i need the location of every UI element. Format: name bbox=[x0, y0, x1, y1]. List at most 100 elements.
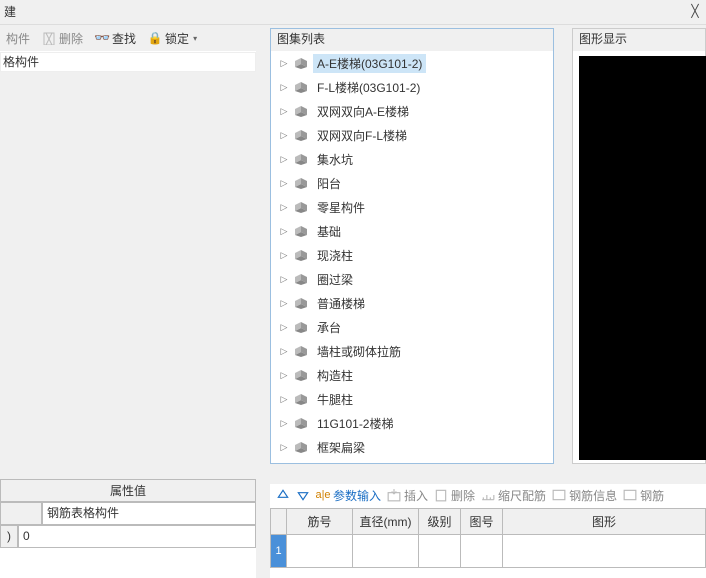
expand-icon[interactable]: ▷ bbox=[279, 178, 289, 188]
expand-icon[interactable]: ▷ bbox=[279, 250, 289, 260]
tree-item-label: F-L楼梯(03G101-2) bbox=[313, 78, 424, 97]
property-header: 属性值 bbox=[0, 479, 256, 502]
book-icon bbox=[293, 296, 309, 310]
book-icon bbox=[293, 344, 309, 358]
col-jinhao[interactable]: 筋号 bbox=[287, 509, 353, 535]
scale-label: 缩尺配筋 bbox=[498, 487, 546, 504]
scrollbar[interactable] bbox=[554, 27, 564, 463]
tree-item[interactable]: ▷ F-L楼梯(03G101-2) bbox=[275, 75, 551, 99]
col-tunum[interactable]: 图号 bbox=[461, 509, 503, 535]
book-icon bbox=[293, 224, 309, 238]
expand-icon[interactable]: ▷ bbox=[279, 442, 289, 452]
table-row[interactable]: 1 bbox=[271, 535, 706, 568]
tree-item-label: 双网双向F-L楼梯 bbox=[313, 126, 411, 145]
lock-button[interactable]: 🔒 锁定 ▾ bbox=[142, 25, 203, 51]
component-label: 构件 bbox=[6, 30, 30, 47]
prop-cell-b2[interactable]: 0 bbox=[18, 525, 256, 548]
param-input-button[interactable]: a|e 参数输入 bbox=[316, 487, 381, 504]
book-icon bbox=[293, 152, 309, 166]
book-icon bbox=[293, 248, 309, 262]
expand-icon[interactable]: ▷ bbox=[279, 346, 289, 356]
book-icon bbox=[293, 392, 309, 406]
expand-icon[interactable]: ▷ bbox=[279, 202, 289, 212]
tree-item[interactable]: ▷A-E楼梯(03G101-2) bbox=[275, 51, 551, 75]
rebar-info-button[interactable]: 钢筋信息 bbox=[552, 487, 617, 504]
tree-item[interactable]: ▷ 11G101-2楼梯 bbox=[275, 411, 551, 435]
tree-item[interactable]: ▷集水坑 bbox=[275, 147, 551, 171]
scale-button[interactable]: 缩尺配筋 bbox=[481, 487, 546, 504]
down-arrow-button[interactable] bbox=[296, 488, 310, 502]
tree-item-label: 零星构件 bbox=[313, 198, 369, 217]
component-button[interactable]: 构件 bbox=[0, 25, 36, 51]
expand-icon[interactable]: ▷ bbox=[279, 82, 289, 92]
up-arrow-button[interactable] bbox=[276, 488, 290, 502]
expand-icon[interactable]: ▷ bbox=[279, 154, 289, 164]
find-label: 查找 bbox=[112, 30, 136, 47]
expand-icon[interactable]: ▷ bbox=[279, 58, 289, 68]
steel-button[interactable]: 钢筋 bbox=[623, 487, 664, 504]
delete-button[interactable]: 删除 bbox=[36, 25, 89, 51]
close-icon[interactable]: ╳ bbox=[688, 3, 702, 19]
tree-item[interactable]: ▷构造柱 bbox=[275, 363, 551, 387]
col-diameter[interactable]: 直径(mm) bbox=[353, 509, 419, 535]
col-level[interactable]: 级别 bbox=[419, 509, 461, 535]
delete-label: 删除 bbox=[59, 30, 83, 47]
cell-diameter[interactable] bbox=[353, 535, 419, 568]
prop-cell-b[interactable]: 钢筋表格构件 bbox=[42, 502, 256, 525]
tree-item[interactable]: ▷ 双网双向F-L楼梯 bbox=[275, 123, 551, 147]
expand-icon[interactable]: ▷ bbox=[279, 322, 289, 332]
tree-item[interactable]: ▷牛腿柱 bbox=[275, 387, 551, 411]
insert-button[interactable]: 插入 bbox=[387, 487, 428, 504]
expand-icon[interactable]: ▷ bbox=[279, 418, 289, 428]
book-icon bbox=[293, 272, 309, 286]
lock-icon: 🔒 bbox=[148, 31, 162, 45]
col-shape[interactable]: 图形 bbox=[503, 509, 706, 535]
param-input-label: 参数输入 bbox=[333, 487, 381, 504]
table-row: ) 0 bbox=[0, 525, 256, 548]
cell-shape[interactable] bbox=[503, 535, 706, 568]
rebar-toolbar: a|e 参数输入 插入 删除 缩尺配筋 bbox=[270, 484, 706, 506]
tree-item[interactable]: ▷基础 bbox=[275, 219, 551, 243]
tree-item[interactable]: ▷ 双网双向A-E楼梯 bbox=[275, 99, 551, 123]
delete-icon bbox=[42, 31, 56, 45]
graphic-canvas bbox=[579, 56, 706, 460]
graphic-panel-title: 图形显示 bbox=[573, 29, 705, 51]
graphic-panel: 图形显示 bbox=[572, 28, 706, 464]
expand-icon[interactable]: ▷ bbox=[279, 394, 289, 404]
cell-tunum[interactable] bbox=[461, 535, 503, 568]
cell-level[interactable] bbox=[419, 535, 461, 568]
expand-icon[interactable]: ▷ bbox=[279, 298, 289, 308]
book-icon bbox=[293, 320, 309, 334]
cell-jinhao[interactable] bbox=[287, 535, 353, 568]
tree-item-label: 墙柱或砌体拉筋 bbox=[313, 342, 405, 361]
book-icon bbox=[293, 128, 309, 142]
expand-icon[interactable]: ▷ bbox=[279, 370, 289, 380]
tree-item[interactable]: ▷普通楼梯 bbox=[275, 291, 551, 315]
tree-item[interactable]: ▷现浇柱 bbox=[275, 243, 551, 267]
delete-button-2[interactable]: 删除 bbox=[434, 487, 475, 504]
row-number: 1 bbox=[271, 535, 287, 568]
left-item-row[interactable]: 格构件 bbox=[0, 52, 256, 72]
tree-item[interactable]: ▷ 零星构件 bbox=[275, 195, 551, 219]
expand-icon[interactable]: ▷ bbox=[279, 226, 289, 236]
expand-icon[interactable]: ▷ bbox=[279, 106, 289, 116]
tree-item-label: 11G101-2楼梯 bbox=[313, 414, 397, 433]
param-input-icon: a|e bbox=[316, 488, 330, 502]
rownum-header bbox=[271, 509, 287, 535]
tree-item[interactable]: ▷ 墙柱或砌体拉筋 bbox=[275, 339, 551, 363]
delete-label-2: 删除 bbox=[451, 487, 475, 504]
table-row: 钢筋表格构件 bbox=[0, 502, 256, 525]
expand-icon[interactable]: ▷ bbox=[279, 130, 289, 140]
tree-item[interactable]: ▷框架扁梁 bbox=[275, 435, 551, 459]
book-icon bbox=[293, 200, 309, 214]
tree-item[interactable]: ▷承台 bbox=[275, 315, 551, 339]
tree-item[interactable]: ▷圈过梁 bbox=[275, 267, 551, 291]
book-icon bbox=[293, 176, 309, 190]
rebar-area: a|e 参数输入 插入 删除 缩尺配筋 bbox=[270, 484, 706, 578]
tree-item[interactable]: ▷阳台 bbox=[275, 171, 551, 195]
tree-item-label: 双网双向A-E楼梯 bbox=[313, 102, 413, 121]
atlas-tree: ▷A-E楼梯(03G101-2)▷F-L楼梯(03G101-2)▷双网双向A-E… bbox=[275, 51, 551, 459]
find-button[interactable]: 👓 查找 bbox=[89, 25, 142, 51]
expand-icon[interactable]: ▷ bbox=[279, 274, 289, 284]
rebar-info-icon bbox=[552, 488, 566, 502]
